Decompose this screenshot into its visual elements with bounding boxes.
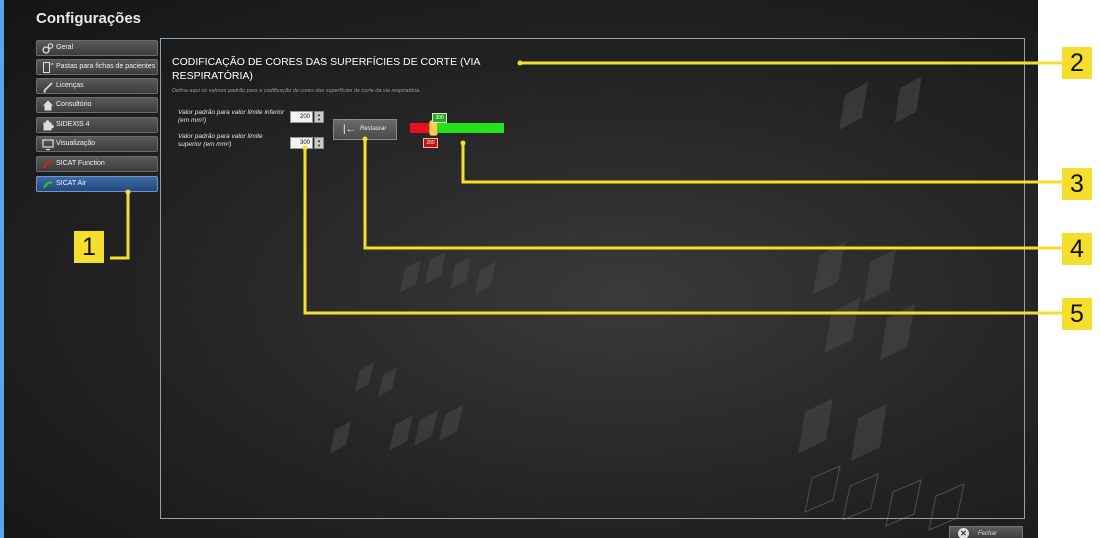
upper-limit-label: Valor padrão para valor limite superior … <box>178 133 263 148</box>
monitor-icon <box>42 139 54 151</box>
sidebar-item-label: SICAT Function <box>56 160 105 167</box>
house-icon <box>43 100 53 111</box>
lower-limit-stepper[interactable]: ▲ ▼ <box>314 111 324 123</box>
callout-4: 4 <box>1062 233 1092 265</box>
sidebar-item-visualizacao[interactable]: Visualização <box>36 136 158 152</box>
sicat-function-icon <box>43 161 53 169</box>
sidebar-item-sidexis[interactable]: SIDEXIS 4 <box>36 117 158 133</box>
callout-5: 5 <box>1062 298 1092 330</box>
callout-1: 1 <box>74 231 104 263</box>
sidebar-item-label: Pastas para fichas de pacientes <box>56 63 156 70</box>
panel-title: CODIFICAÇÃO DE CORES DAS SUPERFÍCIES DE … <box>172 56 480 82</box>
sidebar-item-geral[interactable]: Geral <box>36 40 158 56</box>
sidebar-item-label: Licenças <box>56 82 84 89</box>
callout-3: 3 <box>1062 168 1092 200</box>
restore-arrow-icon: |← <box>343 124 356 135</box>
close-label: Fechar <box>978 531 997 537</box>
lower-limit-label: Valor padrão para valor limite inferior … <box>178 109 285 124</box>
settings-window: Configurações Geral Pastas para fichas d… <box>0 0 1038 538</box>
lower-value-tag: 200 <box>423 138 438 148</box>
window-title: Configurações <box>36 10 142 27</box>
callout-2: 2 <box>1062 47 1092 79</box>
sidebar-item-label: Geral <box>56 44 74 51</box>
screenshot-stage: Configurações Geral Pastas para fichas d… <box>0 0 1100 538</box>
sidebar-item-consultorio[interactable]: Consultório <box>36 97 158 113</box>
upper-limit-stepper[interactable]: ▲ ▼ <box>314 137 324 149</box>
color-bar-green <box>438 123 504 133</box>
sidebar-item-label: SIDEXIS 4 <box>56 121 90 128</box>
upper-limit-input[interactable]: 300 <box>290 137 313 149</box>
sidebar-item-label: Consultório <box>56 101 92 108</box>
sicat-air-icon <box>43 181 53 189</box>
sidebar-item-sicat-function[interactable]: SICAT Function <box>36 156 158 172</box>
close-icon: ✕ <box>958 528 969 538</box>
gears-icon <box>42 43 54 54</box>
sidebar-item-label: Visualização <box>56 140 96 147</box>
close-button[interactable]: ✕ Fechar <box>949 526 1023 538</box>
sidebar-item-licencas[interactable]: Licenças <box>36 78 158 94</box>
upper-value-tag: 300 <box>432 113 447 123</box>
sidebar-item-label: SICAT Air <box>56 180 87 187</box>
panel-description: Defina aqui os valores padrão para a cod… <box>172 88 421 94</box>
puzzle-icon <box>43 120 54 131</box>
sidebar-item-sicat-air[interactable]: SICAT Air <box>36 176 158 192</box>
restore-label: Restaurar <box>360 126 387 132</box>
lower-limit-input[interactable]: 200 <box>290 111 313 123</box>
restore-button[interactable]: |← Restaurar <box>333 119 397 140</box>
pen-icon <box>43 82 53 93</box>
folder-icon <box>43 62 54 73</box>
sidebar-item-pastas[interactable]: Pastas para fichas de pacientes <box>36 59 158 75</box>
